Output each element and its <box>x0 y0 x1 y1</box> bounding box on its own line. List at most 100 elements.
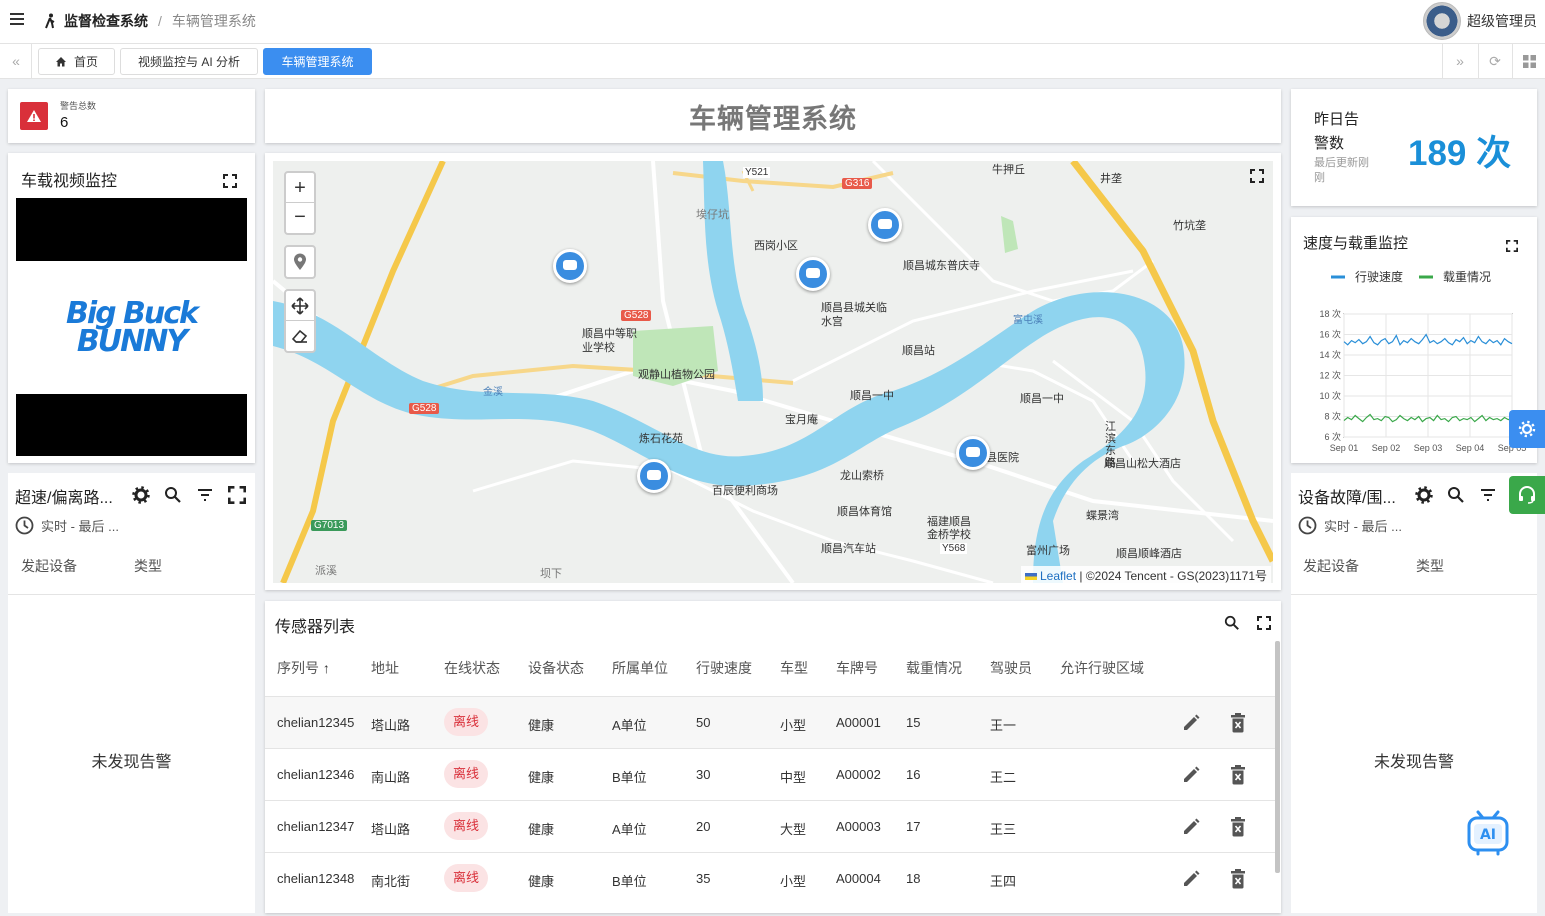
delete-icon[interactable] <box>1230 817 1246 837</box>
column-status[interactable]: 设备状态 <box>528 658 584 678</box>
delete-icon[interactable] <box>1230 869 1246 889</box>
sort-ascending-icon[interactable]: ↑ <box>323 660 330 676</box>
column-plate[interactable]: 车牌号 <box>836 658 878 678</box>
last-updated: 最后更新刚刚 <box>1314 157 1369 184</box>
vehicle-marker[interactable] <box>868 208 902 242</box>
time-range[interactable]: 实时 - 最后 ... <box>15 516 119 535</box>
fullscreen-icon[interactable] <box>228 486 246 504</box>
column-device[interactable]: 发起设备 <box>1303 556 1359 576</box>
online-status-badge: 离线 <box>444 812 488 840</box>
column-type[interactable]: 类型 <box>134 556 162 576</box>
table-row[interactable]: chelian12348 南北街 健康 B单位 35 小型 A00004 18 王四 离线 <box>265 852 1275 904</box>
cell-address: 塔山路 <box>371 822 411 837</box>
settings-icon[interactable] <box>132 486 150 504</box>
vehicle-marker[interactable] <box>956 436 990 470</box>
legend-label[interactable]: 行驶速度 <box>1355 269 1403 284</box>
map-label: 顺昌汽车站 <box>821 543 876 555</box>
tabs-scroll-left-icon[interactable]: « <box>5 50 27 72</box>
column-driver[interactable]: 驾驶员 <box>990 658 1032 678</box>
assistant-float-button[interactable] <box>1509 476 1545 514</box>
refresh-icon[interactable]: ⟳ <box>1484 50 1506 72</box>
cell-type: 小型 <box>780 718 807 733</box>
search-icon[interactable] <box>1224 615 1240 631</box>
grid-icon[interactable] <box>1523 55 1536 68</box>
vehicle-marker[interactable] <box>796 257 830 291</box>
delete-icon[interactable] <box>1230 713 1246 733</box>
panel-tools <box>1415 486 1497 504</box>
column-type[interactable]: 车型 <box>780 658 808 678</box>
filter-icon[interactable] <box>196 486 214 504</box>
map-label: 蝶景湾 <box>1086 510 1119 522</box>
column-unit[interactable]: 所属单位 <box>612 658 668 678</box>
zoom-in-button[interactable]: + <box>286 173 314 203</box>
column-type[interactable]: 类型 <box>1416 556 1444 576</box>
chart-title: 速度与载重监控 <box>1303 235 1409 252</box>
avatar[interactable] <box>1423 2 1461 40</box>
map-label: 顺昌一中 <box>850 390 894 402</box>
ai-assistant-icon[interactable]: AI <box>1466 808 1510 856</box>
menu-icon[interactable] <box>10 13 24 25</box>
edit-icon[interactable] <box>1181 817 1201 837</box>
fullscreen-icon[interactable] <box>1506 240 1518 252</box>
map-label: 富屯溪 <box>1013 315 1043 326</box>
divider <box>1291 594 1537 595</box>
column-load[interactable]: 载重情况 <box>906 658 962 678</box>
time-range-label: 实时 - 最后 ... <box>41 519 120 534</box>
column-online[interactable]: 在线状态 <box>444 658 500 678</box>
column-area[interactable]: 允许行驶区域 <box>1060 658 1144 678</box>
settings-icon[interactable] <box>1415 486 1433 504</box>
user-name[interactable]: 超级管理员 <box>1467 11 1537 31</box>
map[interactable]: 牛押丘 井垄 竹坑垄 Y521 G316 埃仔坑 西岗小区 顺昌城东普庆寺 顺昌… <box>273 161 1273 583</box>
edit-icon[interactable] <box>1181 713 1201 733</box>
fullscreen-icon[interactable] <box>223 174 237 191</box>
cell-unit: A单位 <box>612 718 647 733</box>
table-row[interactable]: chelian12345 塔山路 健康 A单位 50 小型 A00001 15 王一 离线 <box>265 696 1275 748</box>
fullscreen-icon[interactable] <box>1257 616 1271 630</box>
time-range-label: 实时 - 最后 ... <box>1324 519 1403 534</box>
leaflet-link[interactable]: Leaflet <box>1040 569 1076 583</box>
locate-button[interactable] <box>284 245 316 279</box>
breadcrumb-system[interactable]: 监督检查系统 <box>64 11 148 31</box>
y-tick-label: 18 次 <box>1319 308 1341 319</box>
cell-load: 18 <box>906 871 921 886</box>
yesterday-alert-card: 昨日告 警数 最后更新刚刚 189 次 <box>1291 89 1537 206</box>
legend-label[interactable]: 载重情况 <box>1443 270 1491 284</box>
tabs-scroll-right-icon[interactable]: » <box>1449 50 1471 72</box>
settings-float-button[interactable] <box>1509 410 1545 448</box>
divider <box>31 44 32 79</box>
search-icon[interactable] <box>164 486 182 504</box>
move-icon[interactable] <box>286 291 314 321</box>
home-icon <box>55 57 66 67</box>
column-speed[interactable]: 行驶速度 <box>696 658 752 678</box>
vehicle-marker[interactable] <box>637 459 671 493</box>
map-label: 金溪 <box>483 387 503 398</box>
zoom-out-button[interactable]: − <box>286 203 314 233</box>
eraser-icon[interactable] <box>286 321 314 351</box>
tab-video[interactable]: 视频监控与 AI 分析 <box>120 48 258 75</box>
filter-icon[interactable] <box>1479 486 1497 504</box>
empty-state: 未发现告警 <box>91 754 172 771</box>
x-tick-label: Sep 03 <box>1414 443 1443 453</box>
column-address[interactable]: 地址 <box>371 658 399 678</box>
time-range[interactable]: 实时 - 最后 ... <box>1298 516 1402 535</box>
video-player[interactable]: Big Buck BUNNY <box>16 198 247 456</box>
video-frame: Big Buck BUNNY <box>16 261 247 394</box>
edit-icon[interactable] <box>1181 765 1201 785</box>
column-serial[interactable]: 序列号 ↑ <box>277 658 330 678</box>
cell-plate: A00002 <box>836 767 881 782</box>
table-scrollbar[interactable] <box>1275 641 1280 873</box>
vehicle-marker[interactable] <box>553 249 587 283</box>
x-tick-label: Sep 01 <box>1330 443 1359 453</box>
map-label: G528 <box>409 403 440 414</box>
cell-speed: 50 <box>696 715 711 730</box>
tab-vehicle[interactable]: 车辆管理系统 <box>263 48 372 75</box>
table-row[interactable]: chelian12347 塔山路 健康 A单位 20 大型 A00003 17 王三 离线 <box>265 800 1275 852</box>
map-label: 西岗小区 <box>754 240 798 252</box>
search-icon[interactable] <box>1447 486 1465 504</box>
tab-home[interactable]: 首页 <box>38 48 115 75</box>
edit-icon[interactable] <box>1181 869 1201 889</box>
map-fullscreen-icon[interactable] <box>1250 169 1264 186</box>
delete-icon[interactable] <box>1230 765 1246 785</box>
table-row[interactable]: chelian12346 南山路 健康 B单位 30 中型 A00002 16 王二 离线 <box>265 748 1275 800</box>
column-device[interactable]: 发起设备 <box>21 556 77 576</box>
